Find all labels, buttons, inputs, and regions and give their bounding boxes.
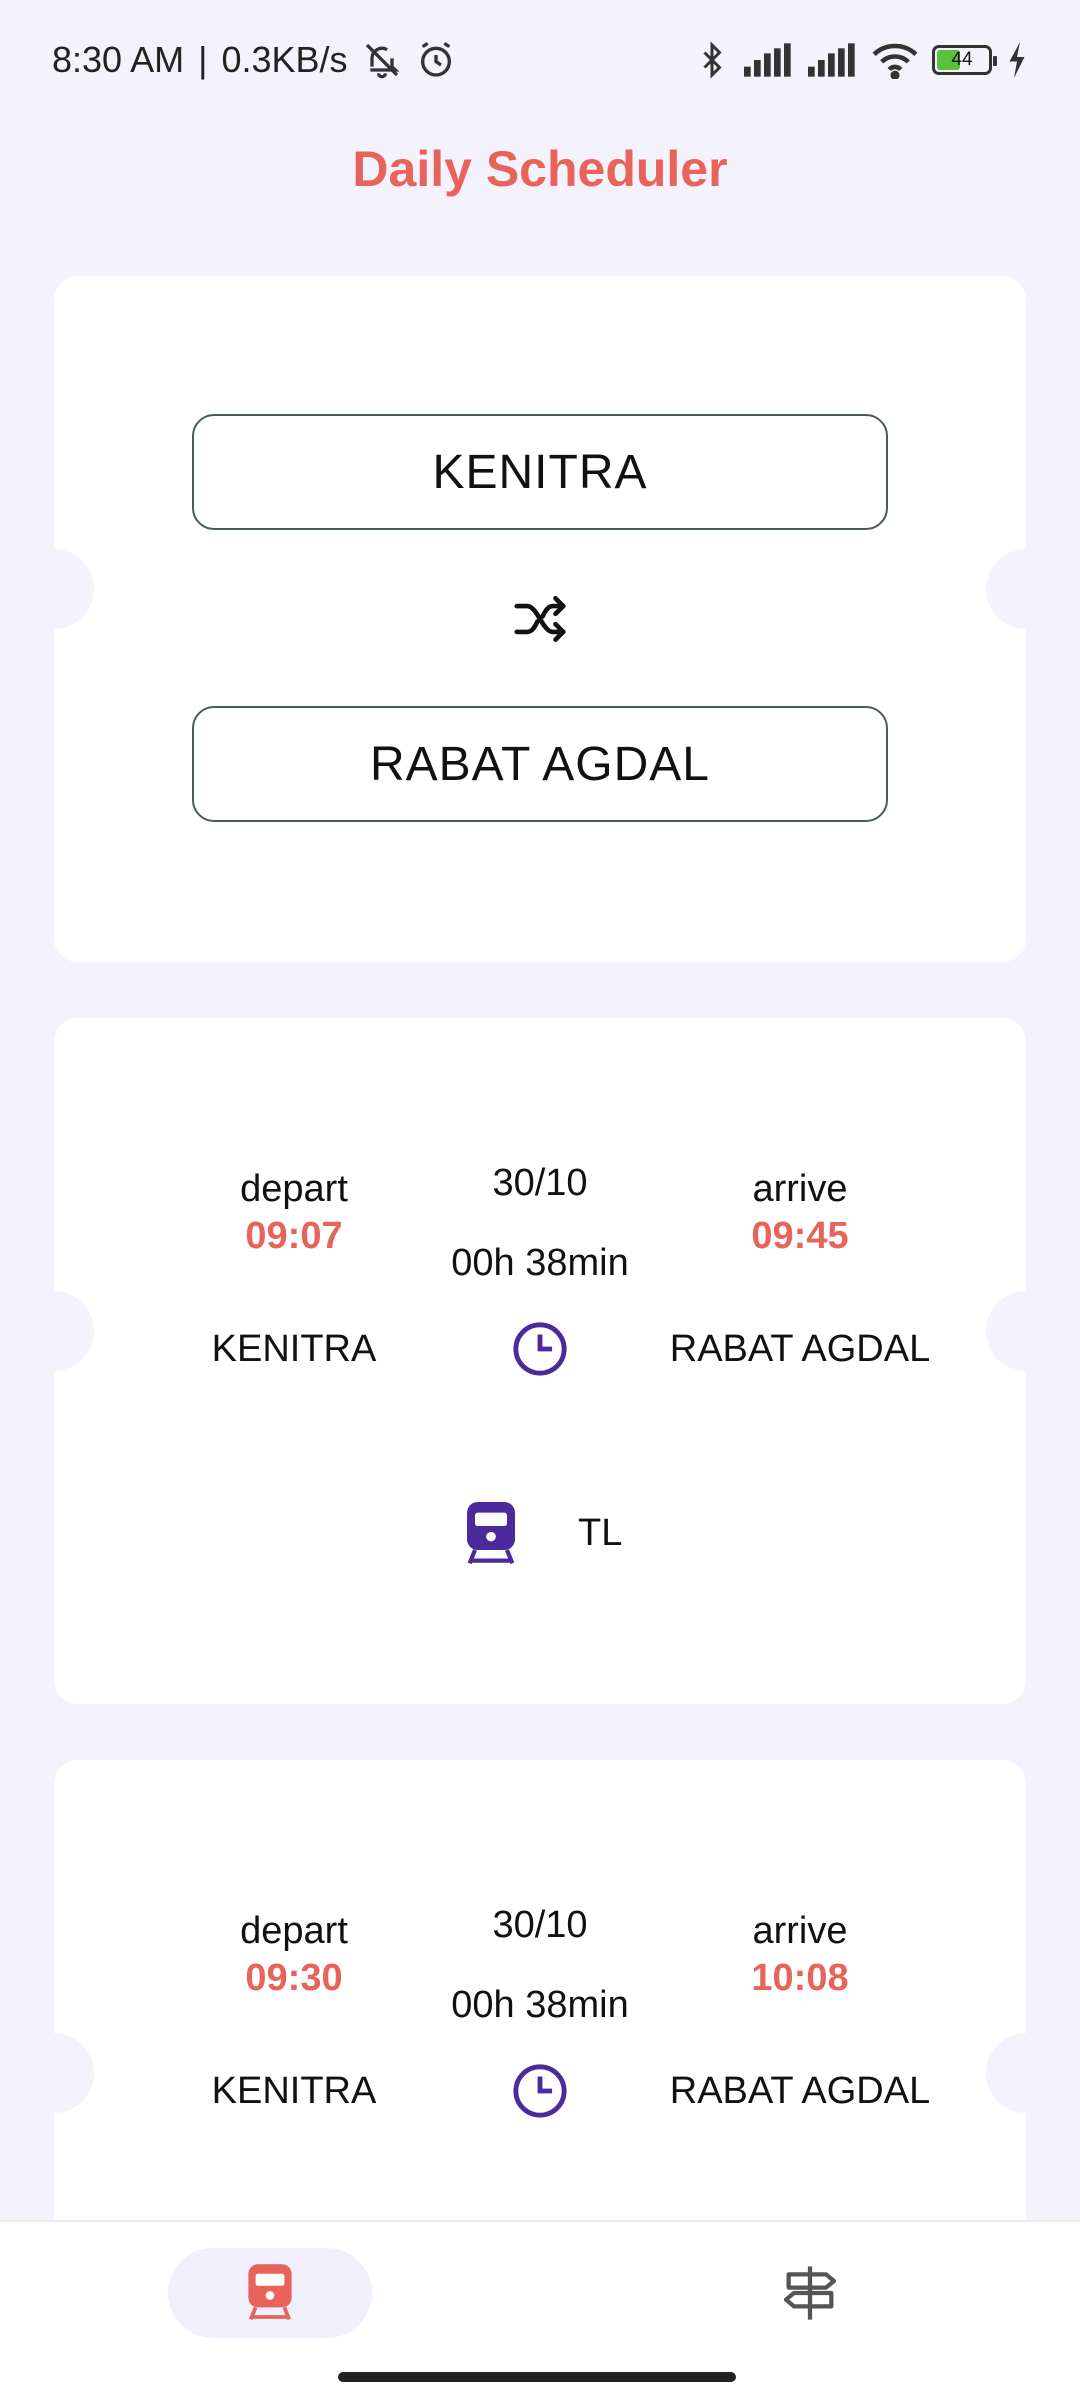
card-notch	[14, 549, 94, 629]
status-right: 44	[694, 40, 1028, 80]
arrive-block: arrive 10:08	[626, 1910, 974, 2000]
home-indicator	[338, 2372, 736, 2382]
bell-off-icon	[362, 40, 402, 80]
arrive-time: 09:45	[751, 1215, 849, 1257]
train-icon	[248, 2264, 292, 2321]
from-station-button[interactable]: KENITRA	[192, 414, 888, 530]
status-bar: 8:30 AM | 0.3KB/s 44	[0, 0, 1080, 120]
signpost-icon	[783, 2266, 837, 2320]
battery-level: 44	[951, 49, 973, 70]
card-notch	[14, 1291, 94, 1371]
nav-item-trains[interactable]	[168, 2248, 372, 2338]
clock-icon	[513, 1322, 567, 1376]
to-station-name: RABAT AGDAL	[669, 1328, 931, 1370]
charging-icon	[1006, 42, 1028, 78]
arrive-label: arrive	[752, 1910, 848, 1952]
page-title: Daily Scheduler	[352, 141, 728, 197]
arrive-time: 10:08	[751, 1957, 849, 1999]
wifi-icon	[872, 41, 918, 79]
shuffle-icon[interactable]	[509, 588, 571, 650]
status-speed: 0.3KB/s	[221, 39, 348, 80]
to-station: RABAT AGDAL	[626, 1328, 974, 1371]
alarm-icon	[416, 40, 456, 80]
card-notch	[986, 549, 1066, 629]
from-station: KENITRA	[134, 2070, 454, 2113]
card-notch	[986, 1291, 1066, 1371]
to-station-button[interactable]: RABAT AGDAL	[192, 706, 888, 822]
to-station: RABAT AGDAL	[626, 2070, 974, 2113]
from-station: KENITRA	[134, 1328, 454, 1371]
train-icon	[467, 1502, 515, 1565]
status-separator: |	[198, 39, 208, 80]
station-selector-card: KENITRA RABAT AGDAL	[14, 276, 1066, 962]
battery-icon: 44	[932, 45, 997, 75]
trip-card[interactable]: depart 09:07 KENITRA 30/10 00h 38min arr…	[14, 1018, 1066, 1704]
to-station-name: RABAT AGDAL	[669, 2070, 931, 2112]
status-time: 8:30 AM	[52, 39, 185, 80]
nav-item-routes[interactable]	[760, 2248, 860, 2338]
signal-icon	[744, 42, 794, 78]
clock-icon	[513, 2064, 567, 2118]
card-notch	[986, 2033, 1066, 2113]
arrive-block: arrive 09:45	[626, 1168, 974, 1258]
from-station-name: KENITRA	[211, 1328, 377, 1370]
status-left: 8:30 AM | 0.3KB/s	[52, 39, 456, 81]
train-type: TL	[578, 1512, 623, 1554]
bluetooth-icon	[694, 40, 730, 80]
arrive-label: arrive	[752, 1168, 848, 1210]
from-station-name: KENITRA	[211, 2070, 377, 2112]
card-notch	[14, 2033, 94, 2113]
signal-icon	[808, 42, 858, 78]
